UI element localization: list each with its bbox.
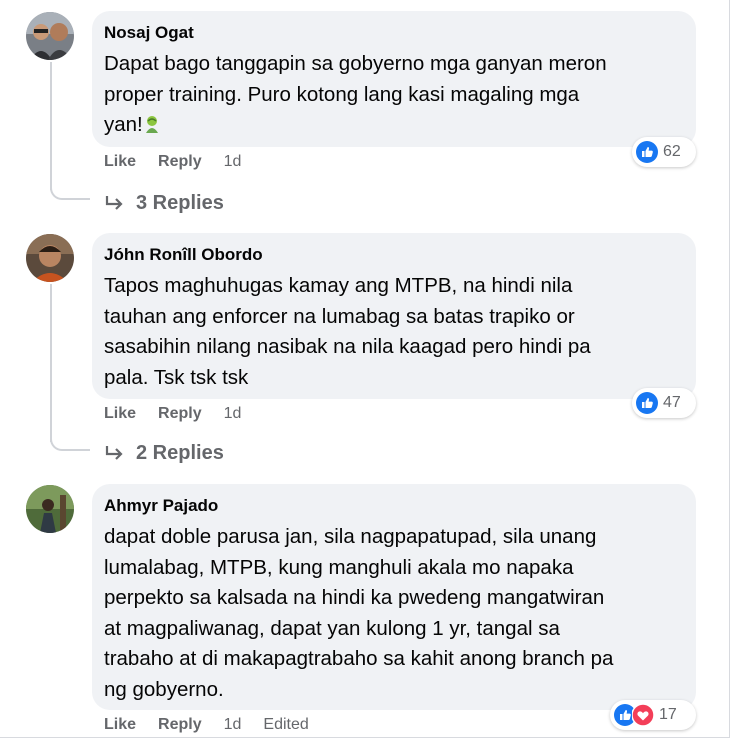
comment-bubble: Nosaj Ogat Dapat bago tanggapin sa gobye… [92,11,696,147]
comment-actions: Like Reply 1d [104,151,263,173]
comment-author[interactable]: Ahmyr Pajado [104,494,682,518]
like-button[interactable]: Like [104,716,136,734]
comment-author[interactable]: Jóhn Ronîll Obordo [104,243,682,267]
reply-arrow-icon [105,446,123,460]
comment-text: dapat doble parusa jan, sila nagpapatupa… [104,525,614,701]
comment-text: Tapos maghuhugas kamay ang MTPB, na hind… [104,274,591,389]
thread-line [50,284,52,442]
reply-connector [50,182,90,200]
comment-timestamp[interactable]: 1d [224,405,242,423]
man-facepalming-icon [143,112,161,133]
comment-text-body: Dapat bago tanggapin sa gobyerno mga gan… [104,52,607,136]
reaction-count: 47 [663,394,681,411]
view-replies-button[interactable]: 2 Replies [104,440,224,466]
reply-arrow-icon [105,196,123,210]
like-icon [636,141,658,163]
reaction-summary[interactable]: 17 [610,700,696,730]
comment-text: Dapat bago tanggapin sa gobyerno mga gan… [104,49,682,141]
comment-bubble: Jóhn Ronîll Obordo Tapos maghuhugas kama… [92,233,696,399]
comment-timestamp[interactable]: 1d [224,716,242,734]
avatar[interactable] [26,234,74,282]
reply-button[interactable]: Reply [158,153,202,171]
avatar[interactable] [26,485,74,533]
reaction-summary[interactable]: 62 [632,137,696,167]
reply-connector [50,433,90,451]
comment-actions: Like Reply 1d Edited [104,714,331,736]
like-button[interactable]: Like [104,405,136,423]
edited-label: Edited [263,716,309,733]
comment-bubble: Ahmyr Pajado dapat doble parusa jan, sil… [92,484,696,710]
reaction-summary[interactable]: 47 [632,388,696,418]
love-icon [631,703,655,727]
replies-label: 2 Replies [136,441,224,464]
reaction-count: 17 [659,706,677,723]
comment-actions: Like Reply 1d [104,403,263,425]
view-replies-button[interactable]: 3 Replies [104,190,224,216]
like-button[interactable]: Like [104,153,136,171]
comment-timestamp[interactable]: 1d [224,153,242,171]
like-icon [636,392,658,414]
avatar[interactable] [26,12,74,60]
reply-button[interactable]: Reply [158,405,202,423]
reply-button[interactable]: Reply [158,716,202,734]
reaction-count: 62 [663,143,681,160]
comment-author[interactable]: Nosaj Ogat [104,21,682,45]
replies-label: 3 Replies [136,191,224,214]
thread-line [50,62,52,190]
